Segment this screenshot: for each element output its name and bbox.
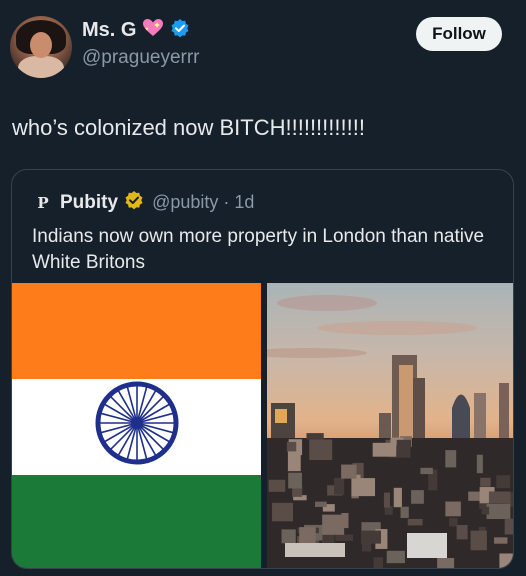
tweet: Ms. G @pragueyerrr Follow who’s colonize… — [0, 0, 526, 576]
quoted-handle-time: @pubity · 1d — [152, 192, 255, 212]
quoted-text: Indians now own more property in London … — [32, 226, 485, 273]
verified-badge-icon — [170, 18, 190, 43]
follow-button[interactable]: Follow — [416, 17, 502, 51]
avatar[interactable] — [10, 16, 72, 78]
gold-verified-badge-icon — [124, 190, 144, 215]
quoted-tweet[interactable]: P Pubity @pubity · 1d Indians now own mo… — [11, 169, 514, 569]
london-skyline-image[interactable] — [267, 283, 513, 568]
author-handle[interactable]: @pragueyerrr — [82, 47, 200, 69]
author-name-row: Ms. G — [82, 18, 190, 43]
india-flag-image[interactable] — [12, 283, 261, 568]
display-name[interactable]: Ms. G — [82, 19, 136, 42]
quoted-avatar[interactable]: P — [32, 191, 54, 214]
quoted-name[interactable]: Pubity — [60, 192, 118, 214]
tweet-text: who’s colonized now BITCH!!!!!!!!!!!!! — [12, 115, 365, 140]
quoted-media[interactable] — [12, 283, 513, 568]
quoted-tweet-header: P Pubity @pubity · 1d — [32, 190, 254, 215]
flag-saffron-stripe — [12, 283, 261, 379]
flag-green-stripe — [12, 474, 261, 568]
ashoka-chakra-icon — [95, 381, 179, 465]
sparkling-heart-icon — [142, 18, 164, 43]
